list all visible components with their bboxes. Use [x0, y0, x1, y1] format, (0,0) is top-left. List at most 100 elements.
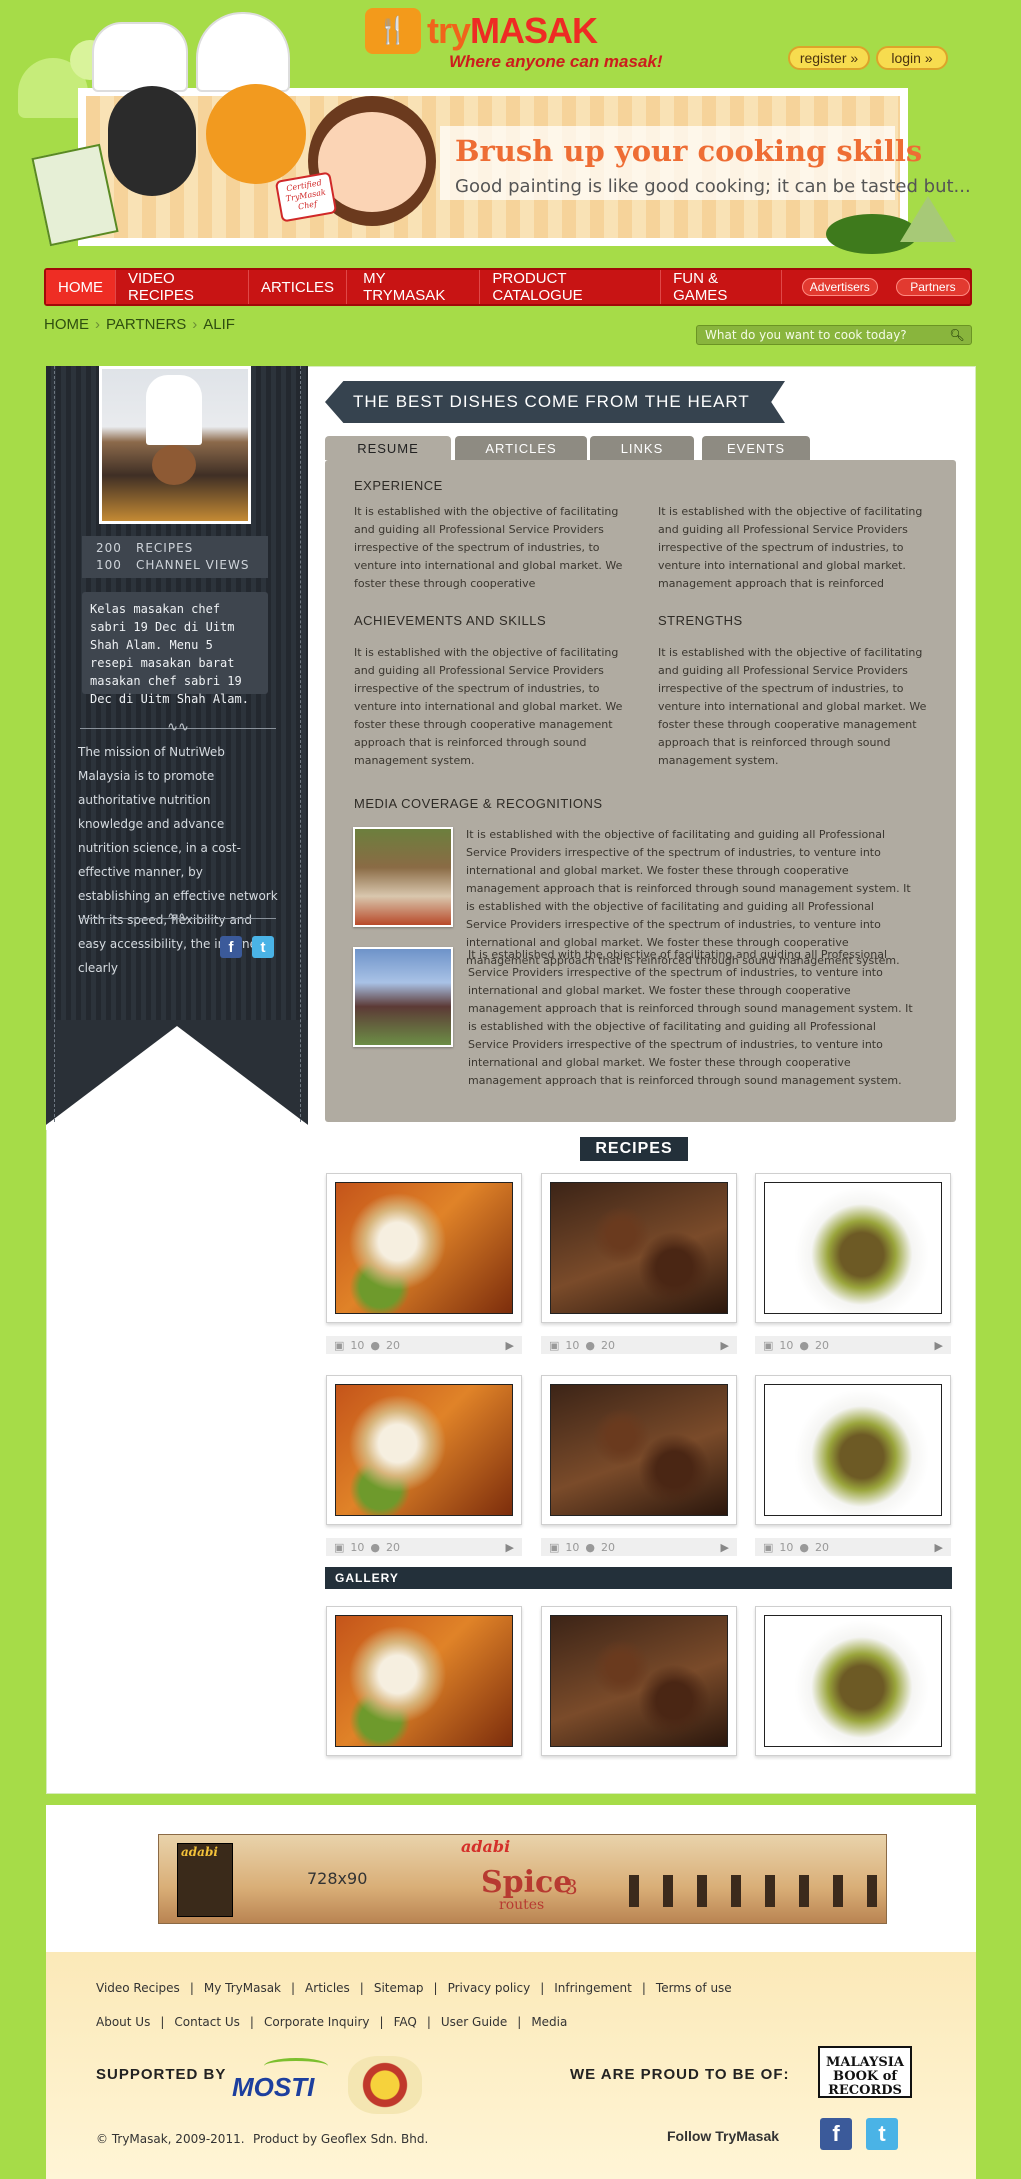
footer-link[interactable]: Contact Us	[174, 2015, 240, 2029]
footer-link[interactable]: Corporate Inquiry	[264, 2015, 370, 2029]
banner-subtitle: Good painting is like good cooking; it c…	[455, 176, 971, 197]
nav-partners[interactable]: Partners	[895, 278, 970, 296]
chevron-right-icon: ›	[192, 316, 198, 333]
login-button[interactable]: login »	[876, 46, 948, 70]
nav-my-trymasak[interactable]: MY TRYMASAK	[347, 270, 481, 304]
comment-icon: ●	[799, 1540, 810, 1554]
footer-link[interactable]: Terms of use	[656, 1981, 732, 1995]
mosti-logo[interactable]: MOSTI	[232, 2072, 314, 2103]
camera-icon: ▣	[763, 1540, 774, 1554]
malaysia-book-of-records-logo[interactable]: MALAYSIA BOOK of RECORDS	[818, 2046, 912, 2098]
logo-name-b: MASAK	[470, 10, 598, 51]
play-icon[interactable]: ▶	[935, 1339, 943, 1352]
copyright: © TryMasak, 2009-2011.	[96, 2132, 245, 2146]
nav-advertisers[interactable]: Advertisers	[801, 278, 878, 296]
gallery-card[interactable]	[326, 1606, 522, 1756]
camera-icon: ▣	[334, 1338, 345, 1352]
recipe-meta: ▣ 10 ● 20 ▶	[755, 1336, 951, 1354]
mission-text: The mission of NutriWeb Malaysia is to p…	[78, 745, 278, 975]
play-icon[interactable]: ▶	[721, 1541, 729, 1554]
footer-link[interactable]: User Guide	[441, 2015, 507, 2029]
tab-articles[interactable]: ARTICLES	[455, 436, 587, 460]
supported-by-label: SUPPORTED BY	[96, 2066, 227, 2083]
tab-resume[interactable]: RESUME	[325, 436, 451, 460]
footer-link[interactable]: Articles	[305, 1981, 350, 1995]
search-input[interactable]: What do you want to cook today?	[696, 325, 972, 345]
nav-video-recipes[interactable]: VIDEO RECIPES	[116, 270, 249, 304]
logo-name-a: try	[427, 10, 471, 51]
media-title: MEDIA COVERAGE & RECOGNITIONS	[354, 796, 603, 811]
search-icon[interactable]: 🔍︎	[944, 326, 970, 344]
footer-link[interactable]: Privacy policy	[448, 1981, 531, 1995]
ad-size-label: 728x90	[307, 1869, 368, 1888]
views-count: 100	[96, 558, 122, 572]
play-icon[interactable]: ▶	[721, 1339, 729, 1352]
comment-icon: ●	[799, 1338, 810, 1352]
footer-link[interactable]: Media	[531, 2015, 567, 2029]
facebook-icon[interactable]: f	[220, 936, 242, 958]
achievements-title: ACHIEVEMENTS AND SKILLS	[354, 613, 547, 628]
chef-profile-photo	[99, 366, 251, 524]
recipe-meta: ▣ 10 ● 20 ▶	[326, 1538, 522, 1556]
breadcrumb-current: ALIF	[203, 316, 235, 333]
nav-fun-games[interactable]: FUN & GAMES	[661, 270, 782, 304]
recipe-card[interactable]	[326, 1375, 522, 1525]
gallery-card[interactable]	[755, 1606, 951, 1756]
ad-campaign: Spice	[481, 1865, 573, 1900]
recipe-card[interactable]	[326, 1173, 522, 1323]
comment-icon: ●	[585, 1540, 596, 1554]
adabi-brand: adabi	[181, 1845, 218, 1859]
play-icon[interactable]: ▶	[935, 1541, 943, 1554]
breadcrumb: HOME › PARTNERS › ALIF	[44, 316, 235, 333]
chef-hat-icon	[92, 22, 188, 92]
register-button[interactable]: register »	[788, 46, 870, 70]
leaderboard-ad[interactable]: adabi 728x90 adabi Spice routes 3	[158, 1834, 887, 1924]
achievements-text: It is established with the objective of …	[354, 646, 623, 767]
chevron-right-icon: ›	[95, 316, 100, 333]
footer-link[interactable]: Sitemap	[374, 1981, 424, 1995]
recipe-card[interactable]	[541, 1375, 737, 1525]
strengths-text: It is established with the objective of …	[658, 646, 927, 767]
facebook-icon[interactable]: f	[820, 2118, 852, 2150]
recipe-meta: ▣ 10 ● 20 ▶	[541, 1538, 737, 1556]
camera-icon: ▣	[763, 1338, 774, 1352]
camera-icon: ▣	[334, 1540, 345, 1554]
strengths-title: STRENGTHS	[658, 613, 743, 628]
media-photo	[353, 947, 453, 1047]
footer-link[interactable]: My TryMasak	[204, 1981, 281, 1995]
camel-silhouettes	[629, 1875, 879, 1907]
camera-icon: ▣	[549, 1338, 560, 1352]
play-icon[interactable]: ▶	[506, 1541, 514, 1554]
recipe-card[interactable]	[541, 1173, 737, 1323]
footer-link[interactable]: FAQ	[394, 2015, 417, 2029]
footer-link[interactable]: About Us	[96, 2015, 150, 2029]
site-logo[interactable]: 🍴 tryMASAK Where anyone can masak!	[365, 8, 665, 78]
camera-icon: ▣	[549, 1540, 560, 1554]
profile-stats: 200 RECIPES 100 CHANNEL VIEWS	[82, 536, 268, 578]
tab-links[interactable]: LINKS	[590, 436, 694, 460]
breadcrumb-partners[interactable]: PARTNERS	[106, 316, 186, 333]
footer-link[interactable]: Video Recipes	[96, 1981, 180, 1995]
proud-label: WE ARE PROUD TO BE OF:	[570, 2066, 790, 2083]
nav-product-catalogue[interactable]: PRODUCT CATALOGUE	[480, 270, 662, 304]
media-photo	[353, 827, 453, 927]
nav-articles[interactable]: ARTICLES	[249, 270, 348, 304]
logo-tagline: Where anyone can masak!	[449, 52, 663, 71]
play-icon[interactable]: ▶	[506, 1339, 514, 1352]
fork-spoon-icon: 🍴	[365, 8, 421, 54]
dish-decoration	[826, 214, 918, 254]
spatula-mascot	[108, 86, 196, 196]
recipes-count: 200	[96, 541, 122, 555]
tab-events[interactable]: EVENTS	[702, 436, 810, 460]
recipe-card[interactable]	[755, 1173, 951, 1323]
recipes-heading: RECIPES	[580, 1137, 688, 1161]
footer-link[interactable]: Infringement	[554, 1981, 632, 1995]
gallery-card[interactable]	[541, 1606, 737, 1756]
recipe-card[interactable]	[755, 1375, 951, 1525]
breadcrumb-home[interactable]: HOME	[44, 316, 89, 333]
twitter-icon[interactable]: t	[866, 2118, 898, 2150]
nav-home[interactable]: HOME	[46, 270, 116, 304]
chef-hat-icon	[196, 12, 290, 92]
twitter-icon[interactable]: t	[252, 936, 274, 958]
experience-col2: It is established with the objective of …	[658, 505, 923, 590]
